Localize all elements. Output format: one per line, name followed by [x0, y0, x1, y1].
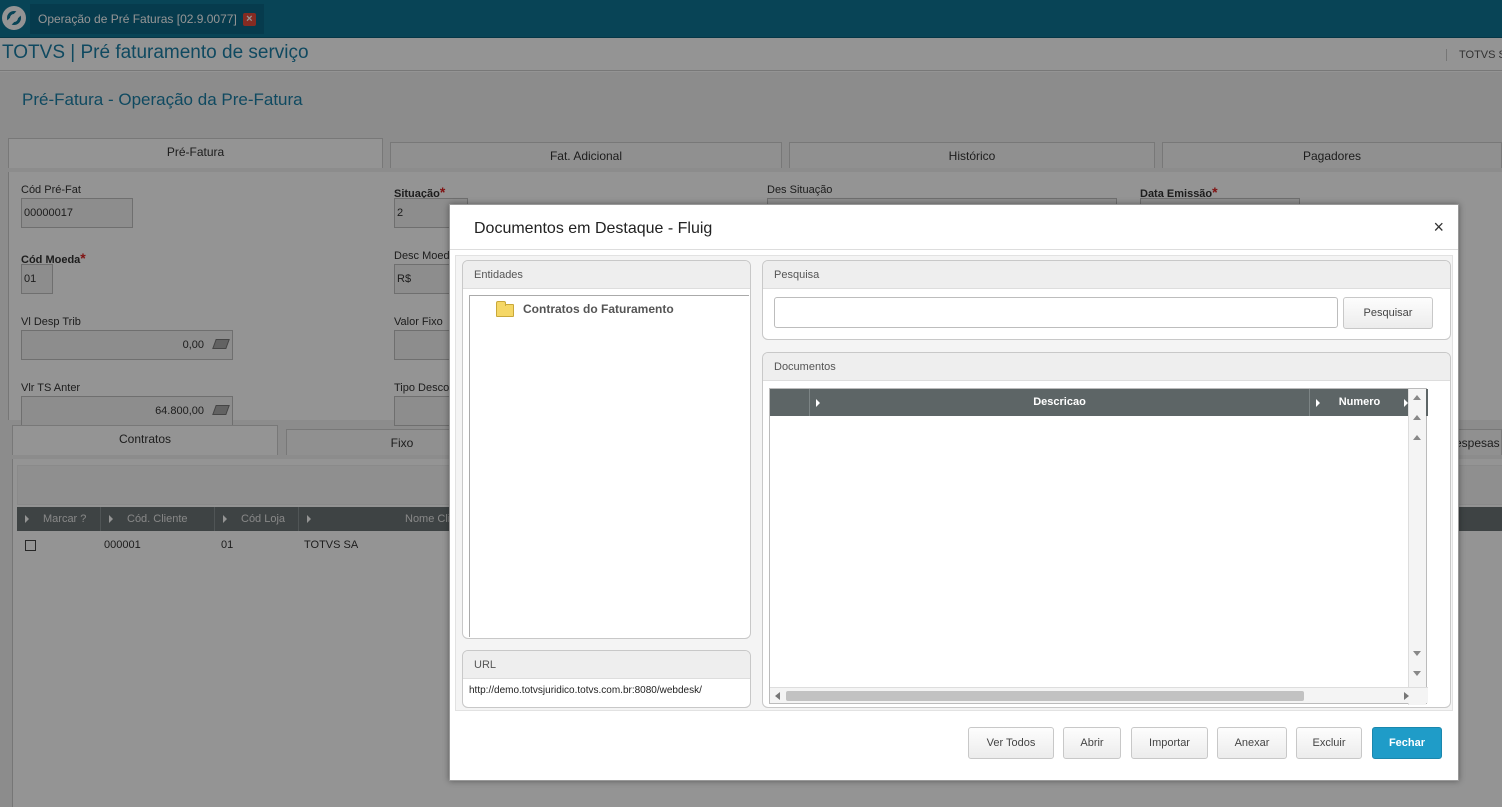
url-header: URL — [463, 651, 750, 679]
entidades-panel: Entidades Contratos do Faturamento — [462, 260, 751, 639]
tree-item-contratos[interactable]: Contratos do Faturamento — [523, 302, 674, 316]
documentos-grid-header: Descricao Numero — [770, 389, 1428, 416]
documentos-modal: Documentos em Destaque - Fluig × Entidad… — [449, 204, 1459, 781]
scroll-page-up-icon[interactable] — [1413, 415, 1421, 420]
pesquisa-panel: Pesquisa Pesquisar — [762, 260, 1451, 340]
scroll-page-down-icon[interactable] — [1413, 671, 1421, 676]
close-icon[interactable]: × — [1433, 217, 1444, 238]
folder-icon[interactable] — [496, 301, 514, 317]
modal-body: Entidades Contratos do Faturamento URL h… — [455, 255, 1453, 711]
abrir-button[interactable]: Abrir — [1063, 727, 1121, 759]
entidades-tree: Contratos do Faturamento — [469, 295, 749, 637]
horizontal-scroll-thumb[interactable] — [786, 691, 1304, 701]
scroll-left-icon[interactable] — [775, 692, 780, 700]
modal-title: Documentos em Destaque - Fluig — [474, 220, 713, 237]
fechar-button[interactable]: Fechar — [1372, 727, 1442, 759]
scroll-up-icon[interactable] — [1413, 435, 1421, 440]
modal-divider — [450, 249, 1458, 250]
vertical-scrollbar[interactable] — [1408, 389, 1426, 705]
col-numero[interactable]: Numero — [1310, 389, 1410, 416]
search-input[interactable] — [774, 297, 1338, 328]
documentos-panel: Documentos Descricao Numero — [762, 352, 1451, 708]
col-select[interactable] — [770, 389, 820, 416]
scroll-top-icon[interactable] — [1413, 395, 1421, 400]
scroll-right-icon[interactable] — [1404, 692, 1409, 700]
pesquisar-button[interactable]: Pesquisar — [1343, 297, 1433, 329]
documentos-grid: Descricao Numero — [769, 388, 1428, 705]
sort-icon[interactable] — [1316, 399, 1320, 407]
importar-button[interactable]: Importar — [1131, 727, 1208, 759]
url-panel: URL http://demo.totvsjuridico.totvs.com.… — [462, 650, 751, 708]
horizontal-scrollbar[interactable] — [770, 687, 1428, 703]
anexar-button[interactable]: Anexar — [1217, 727, 1287, 759]
pesquisa-header: Pesquisa — [763, 261, 1450, 289]
excluir-button[interactable]: Excluir — [1296, 727, 1362, 759]
ver-todos-button[interactable]: Ver Todos — [968, 727, 1054, 759]
scroll-down-icon[interactable] — [1413, 651, 1421, 656]
col-descricao[interactable]: Descricao — [810, 389, 1310, 416]
url-value[interactable]: http://demo.totvsjuridico.totvs.com.br:8… — [469, 685, 702, 696]
documentos-header: Documentos — [763, 353, 1450, 381]
entidades-header: Entidades — [463, 261, 750, 289]
